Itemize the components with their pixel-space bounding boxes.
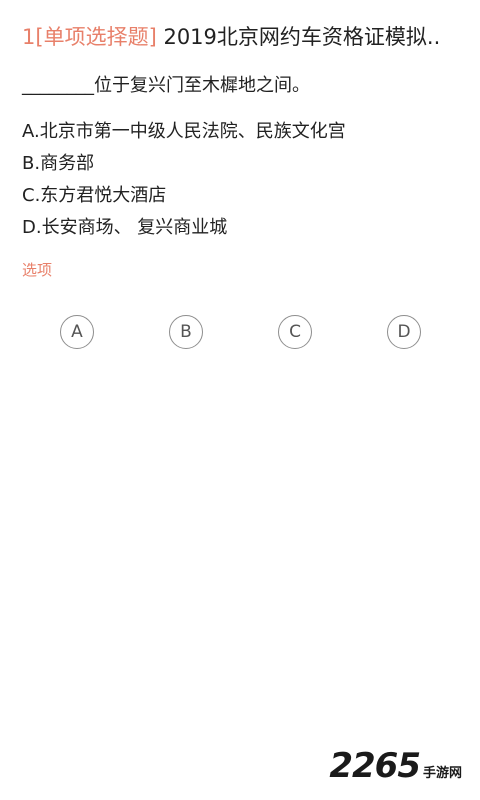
question-text: ________位于复兴门至木樨地之间。 <box>22 75 310 96</box>
choice-label: 选项 <box>22 261 53 279</box>
option-a: A.北京市第一中级人民法院、民族文化宫 <box>22 121 346 142</box>
question-number: 1 <box>22 25 36 49</box>
exam-title: 2019北京网约车资格证模拟.. <box>163 25 441 49</box>
watermark-logo: 2265 手游网 <box>329 746 462 786</box>
option-c: C.东方君悦大酒店 <box>22 185 167 206</box>
option-b: B.商务部 <box>22 153 95 174</box>
choice-d-button[interactable]: D <box>387 315 421 349</box>
option-list: A.北京市第一中级人民法院、民族文化宫 B.商务部 C.东方君悦大酒店 D.长安… <box>22 116 462 244</box>
choice-a-button[interactable]: A <box>60 315 94 349</box>
answer-choices: A B C D <box>0 315 480 349</box>
option-d: D.长安商场、 复兴商业城 <box>22 217 228 238</box>
choice-b-button[interactable]: B <box>169 315 203 349</box>
watermark-number: 2265 <box>329 746 421 786</box>
question-type: [单项选择题] <box>35 25 157 49</box>
watermark-text: 手游网 <box>422 766 462 781</box>
question-header: 1[单项选择题] 2019北京网约车资格证模拟.. <box>22 22 462 52</box>
choice-c-button[interactable]: C <box>278 315 312 349</box>
